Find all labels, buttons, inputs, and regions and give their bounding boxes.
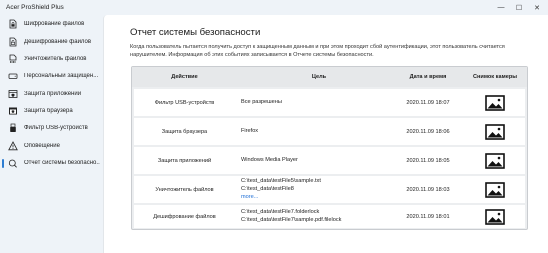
target-path: C:\test_data\testFile8 [241, 185, 294, 192]
sidebar-item-alerts[interactable]: Оповещение [0, 138, 102, 154]
title-bar: Acer ProShield Plus [0, 0, 548, 15]
page-description: Когда пользователь пытается получить дос… [130, 44, 505, 58]
sidebar-item-label: Шифрование файлов [24, 21, 85, 27]
camera-snapshot-icon[interactable] [485, 152, 505, 169]
camera-snapshot-icon[interactable] [485, 181, 505, 198]
report-icon [8, 158, 18, 168]
app-shield-icon [8, 89, 18, 99]
alert-icon [8, 141, 18, 151]
sidebar-item-label: Защита приложений [24, 91, 82, 97]
sidebar-item-security-report[interactable]: Отчет системы безопасно... [0, 155, 102, 171]
maximize-button[interactable]: ☐ [510, 0, 528, 15]
minimize-button[interactable]: — [492, 0, 510, 15]
table-row[interactable]: Уничтожитель файлов C:\test_data\testFil… [134, 176, 525, 203]
row-datetime: 2020.11.09 18:01 [406, 213, 450, 220]
close-icon: ✕ [534, 4, 540, 12]
row-action: Уничтожитель файлов [155, 186, 214, 193]
column-header-datetime[interactable]: Дата и время [394, 67, 462, 87]
row-target: C:\test_data\testFile7.folderlock C:\tes… [241, 205, 401, 228]
target-path: Firefox [241, 127, 259, 134]
sidebar-item-label: Фильтр USB-устройств [24, 125, 88, 131]
more-link[interactable]: more... [241, 193, 258, 201]
table-header: Действие Цель Дата и время Снимок камеры [132, 67, 527, 87]
page-title: Отчет системы безопасности [130, 27, 261, 38]
table-row[interactable]: Защита браузера Firefox 2020.11.09 18:06 [134, 118, 525, 145]
minimize-icon: — [497, 4, 505, 11]
sidebar-item-file-shredder[interactable]: Уничтожитель файлов [0, 51, 102, 67]
security-report-table: Действие Цель Дата и время Снимок камеры… [131, 66, 528, 230]
active-indicator [2, 159, 4, 168]
file-lock-icon [8, 19, 18, 29]
row-camera[interactable] [464, 118, 526, 145]
sidebar: Шифрование файлов Дешифрование файлов Ун… [0, 15, 102, 253]
row-target: Все разрешены [241, 89, 401, 116]
row-action: Дешифрование файлов [153, 213, 216, 220]
row-camera[interactable] [464, 205, 526, 228]
sidebar-item-label: Защита браузера [24, 108, 73, 114]
file-shred-icon [8, 54, 18, 64]
sidebar-item-label: Отчет системы безопасно... [24, 160, 100, 166]
drive-icon [8, 71, 18, 81]
table-row[interactable]: Дешифрование файлов C:\test_data\testFil… [134, 205, 525, 228]
target-path: Все разрешены [241, 98, 282, 105]
column-header-target[interactable]: Цель [241, 67, 397, 87]
target-path: Windows Media Player [241, 156, 298, 163]
row-datetime: 2020.11.09 18:06 [406, 128, 450, 135]
sidebar-item-browser-protection[interactable]: Защита браузера [0, 103, 102, 119]
usb-icon [8, 123, 18, 133]
sidebar-item-label: Оповещение [24, 143, 60, 149]
row-target: C:\test_data\testFile5\sample.txt C:\tes… [241, 176, 401, 203]
row-datetime: 2020.11.09 18:05 [406, 157, 450, 164]
camera-snapshot-icon[interactable] [485, 208, 505, 225]
sidebar-item-label: Персональный защищен... [24, 73, 99, 79]
row-target: Firefox [241, 118, 401, 145]
row-datetime: 2020.11.09 18:07 [406, 99, 450, 106]
row-action: Защита браузера [161, 128, 208, 135]
browser-shield-icon [8, 106, 18, 116]
file-unlock-icon [8, 37, 18, 47]
column-header-camera[interactable]: Снимок камеры [464, 67, 526, 87]
row-target: Windows Media Player [241, 147, 401, 174]
sidebar-item-personal-drive[interactable]: Персональный защищен... [0, 68, 102, 84]
target-path: C:\test_data\testFile7\sample.pdf.filelo… [241, 216, 342, 223]
sidebar-item-usb-filter[interactable]: Фильтр USB-устройств [0, 120, 102, 136]
camera-snapshot-icon[interactable] [485, 123, 505, 140]
column-header-action[interactable]: Действие [134, 67, 235, 87]
camera-snapshot-icon[interactable] [485, 94, 505, 111]
row-action: Фильтр USB-устройств [154, 99, 215, 106]
row-camera[interactable] [464, 147, 526, 174]
table-row[interactable]: Фильтр USB-устройств Все разрешены 2020.… [134, 89, 525, 116]
sidebar-item-file-encryption[interactable]: Шифрование файлов [0, 16, 102, 32]
main-panel: Отчет системы безопасности Когда пользов… [103, 15, 548, 253]
target-path: C:\test_data\testFile7.folderlock [241, 208, 320, 215]
table-row[interactable]: Защита приложений Windows Media Player 2… [134, 147, 525, 174]
row-camera[interactable] [464, 89, 526, 116]
sidebar-item-file-decryption[interactable]: Дешифрование файлов [0, 34, 102, 50]
row-action: Защита приложений [157, 157, 212, 164]
row-camera[interactable] [464, 176, 526, 203]
sidebar-item-app-protection[interactable]: Защита приложений [0, 86, 102, 102]
window-title: Acer ProShield Plus [6, 4, 64, 11]
target-path: C:\test_data\testFile5\sample.txt [241, 177, 321, 184]
sidebar-item-label: Дешифрование файлов [24, 39, 92, 45]
row-datetime: 2020.11.09 18:03 [406, 186, 450, 193]
close-button[interactable]: ✕ [528, 0, 546, 15]
sidebar-item-label: Уничтожитель файлов [24, 56, 87, 62]
maximize-icon: ☐ [515, 4, 523, 12]
